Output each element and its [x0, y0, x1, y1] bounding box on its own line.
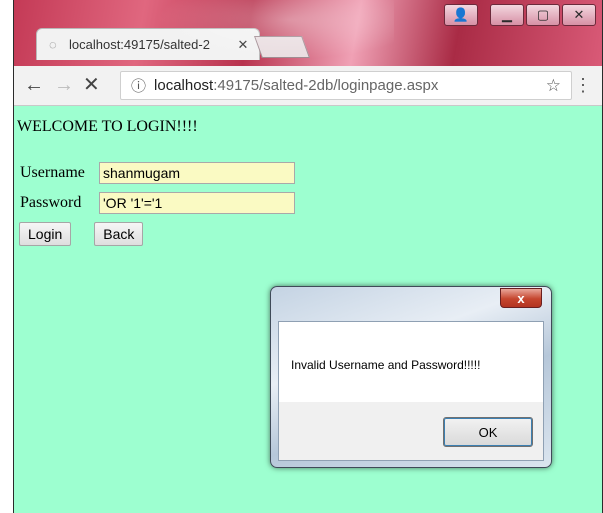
title-bar: ◌ localhost:49175/salted-2 ✕ 👤 ▁ ▢ ✕: [14, 0, 602, 66]
new-tab-button[interactable]: [253, 36, 311, 58]
username-input[interactable]: shanmugam: [99, 162, 295, 184]
bookmark-star-icon[interactable]: ☆: [546, 76, 561, 96]
dialog-footer: OK: [279, 402, 543, 460]
maximize-icon[interactable]: ▢: [526, 4, 560, 26]
login-button[interactable]: Login: [19, 222, 72, 246]
forward-arrow-icon[interactable]: →: [54, 74, 74, 96]
dialog-message: Invalid Username and Password!!!!!: [291, 358, 481, 372]
loading-icon: ◌: [49, 37, 57, 52]
back-arrow-icon[interactable]: ←: [24, 74, 44, 96]
tab-close-icon[interactable]: ✕: [235, 37, 251, 53]
back-button[interactable]: Back: [94, 222, 144, 246]
close-window-icon[interactable]: ✕: [562, 4, 596, 26]
password-row: Password 'OR '1'='1: [20, 192, 295, 214]
url-path: :49175/salted-2db/loginpage.aspx: [213, 77, 439, 94]
browser-window: ◌ localhost:49175/salted-2 ✕ 👤 ▁ ▢ ✕ ← →…: [13, 0, 603, 513]
browser-tab[interactable]: ◌ localhost:49175/salted-2 ✕: [36, 28, 260, 60]
address-bar[interactable]: ⓘ localhost:49175/salted-2db/loginpage.a…: [120, 71, 572, 100]
username-row: Username shanmugam: [20, 162, 295, 184]
welcome-heading: WELCOME TO LOGIN!!!!: [17, 118, 198, 135]
browser-toolbar: ← → ✕ ⓘ localhost:49175/salted-2db/login…: [14, 66, 602, 106]
dialog-close-icon[interactable]: x: [500, 288, 542, 308]
menu-icon[interactable]: ⋮: [574, 75, 592, 96]
form-buttons: Login Back: [19, 222, 144, 246]
info-icon[interactable]: ⓘ: [131, 75, 146, 96]
alert-dialog: x Invalid Username and Password!!!!! OK: [270, 286, 552, 468]
user-icon[interactable]: 👤: [444, 4, 478, 26]
window-controls: 👤 ▁ ▢ ✕: [444, 4, 596, 26]
username-label: Username: [20, 164, 85, 181]
tab-title: localhost:49175/salted-2: [69, 37, 210, 52]
stop-icon[interactable]: ✕: [83, 74, 100, 96]
password-label: Password: [20, 194, 82, 211]
password-input[interactable]: 'OR '1'='1: [99, 192, 295, 214]
ok-button[interactable]: OK: [443, 417, 533, 447]
dialog-body: Invalid Username and Password!!!!! OK: [278, 321, 544, 461]
url-host: localhost: [154, 77, 214, 94]
minimize-icon[interactable]: ▁: [490, 4, 524, 26]
